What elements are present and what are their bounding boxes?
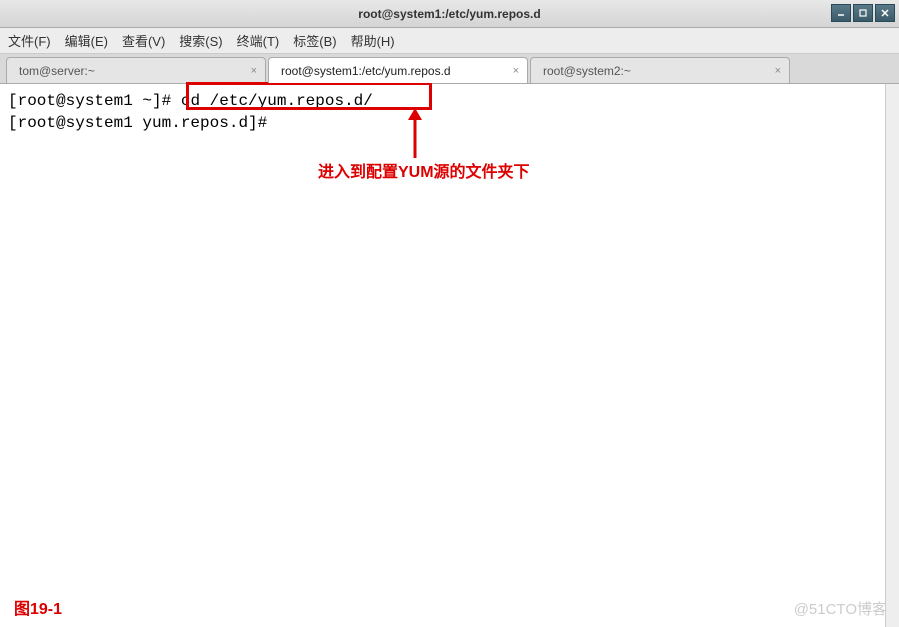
menu-tabs[interactable]: 标签(B)	[293, 31, 336, 50]
tab-close-icon[interactable]: ×	[251, 65, 257, 77]
command-1: cd /etc/yum.repos.d/	[181, 92, 373, 110]
annotation-text: 进入到配置YUM源的文件夹下	[318, 162, 530, 184]
tab-system1[interactable]: root@system1:/etc/yum.repos.d ×	[268, 57, 528, 83]
menu-search[interactable]: 搜索(S)	[179, 31, 222, 50]
tab-tom-server[interactable]: tom@server:~ ×	[6, 57, 266, 83]
terminal-output[interactable]: [root@system1 ~]# cd /etc/yum.repos.d/ […	[0, 84, 899, 627]
window-titlebar: root@system1:/etc/yum.repos.d	[0, 0, 899, 28]
figure-label: 图19-1	[14, 595, 62, 619]
menu-terminal[interactable]: 终端(T)	[237, 31, 280, 50]
maximize-button[interactable]	[853, 4, 873, 22]
menu-help[interactable]: 帮助(H)	[351, 31, 395, 50]
window-controls	[831, 4, 895, 22]
menubar: 文件(F) 编辑(E) 查看(V) 搜索(S) 终端(T) 标签(B) 帮助(H…	[0, 28, 899, 54]
prompt-1: [root@system1 ~]#	[8, 92, 171, 110]
menu-file[interactable]: 文件(F)	[8, 31, 51, 50]
tab-label: root@system1:/etc/yum.repos.d	[281, 64, 451, 78]
tab-system2[interactable]: root@system2:~ ×	[530, 57, 790, 83]
menu-edit[interactable]: 编辑(E)	[65, 31, 108, 50]
tab-close-icon[interactable]: ×	[775, 65, 781, 77]
watermark: @51CTO博客	[794, 598, 887, 619]
tab-close-icon[interactable]: ×	[513, 65, 519, 77]
terminal-line-1: [root@system1 ~]# cd /etc/yum.repos.d/	[8, 90, 891, 112]
minimize-button[interactable]	[831, 4, 851, 22]
tab-bar: tom@server:~ × root@system1:/etc/yum.rep…	[0, 54, 899, 84]
tab-label: tom@server:~	[19, 64, 95, 78]
menu-view[interactable]: 查看(V)	[122, 31, 165, 50]
window-title: root@system1:/etc/yum.repos.d	[358, 7, 540, 21]
vertical-scrollbar[interactable]	[885, 84, 899, 627]
close-button[interactable]	[875, 4, 895, 22]
terminal-line-2: [root@system1 yum.repos.d]#	[8, 112, 891, 134]
tab-label: root@system2:~	[543, 64, 631, 78]
